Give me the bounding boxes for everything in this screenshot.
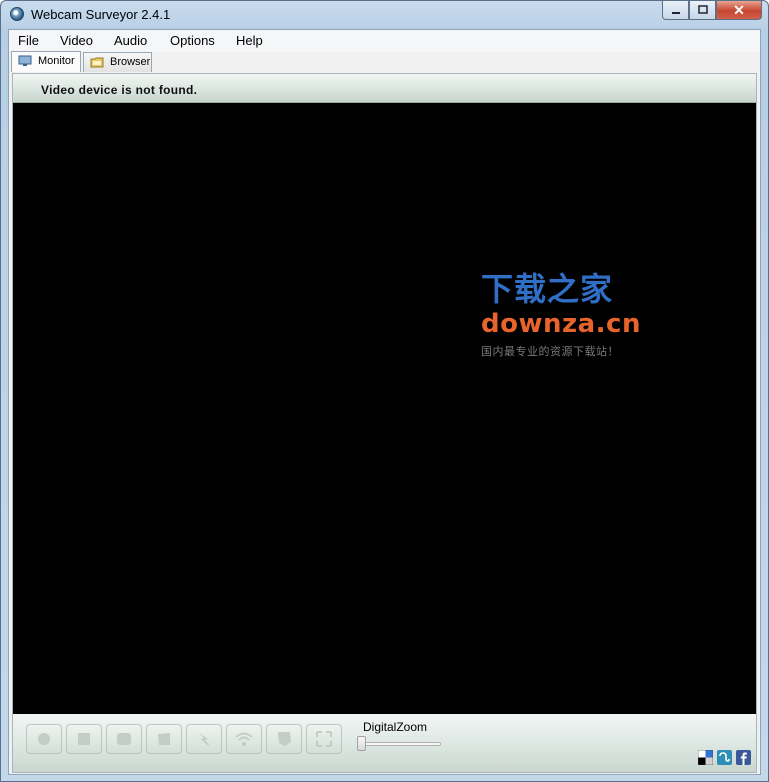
watermark-title: 下载之家 [481, 270, 614, 308]
fullscreen-button[interactable] [306, 724, 342, 754]
watermark: 下载之家 downza.cn 国内最专业的资源下载站！ [481, 271, 641, 359]
tab-monitor[interactable]: Monitor [11, 51, 81, 72]
snapshot-icon [158, 733, 170, 745]
app-icon[interactable] [10, 7, 24, 21]
video-display[interactable]: 下载之家 downza.cn 国内最专业的资源下载站！ [13, 103, 756, 714]
digital-zoom-slider[interactable] [361, 742, 441, 746]
title-bar[interactable]: Webcam Surveyor 2.4.1 ✕ [1, 1, 768, 29]
menu-video[interactable]: Video [60, 33, 93, 48]
broadcast-icon [235, 732, 253, 746]
monitor-icon [18, 55, 32, 66]
motion-detect-button[interactable] [186, 724, 222, 754]
app-window: Webcam Surveyor 2.4.1 ✕ File Video Audio… [0, 0, 769, 782]
stop-icon [78, 733, 90, 745]
digital-zoom-label: DigitalZoom [363, 720, 428, 734]
client-area: File Video Audio Options Help Monitor Br… [8, 29, 761, 775]
status-message: Video device is not found. [41, 83, 198, 97]
digital-zoom-thumb[interactable] [357, 736, 366, 751]
watermark-domain: downza.cn [481, 309, 641, 339]
maximize-icon [697, 5, 708, 14]
stumbleupon-icon[interactable] [717, 750, 732, 765]
status-bar: Video device is not found. [13, 74, 756, 103]
motion-detect-icon [198, 732, 210, 746]
maximize-button[interactable] [689, 1, 716, 20]
menu-file[interactable]: File [18, 33, 39, 48]
fullscreen-icon [316, 731, 332, 747]
broadcast-button[interactable] [226, 724, 262, 754]
record-icon [38, 733, 50, 745]
menu-bar: File Video Audio Options Help [9, 30, 760, 52]
window-controls: ✕ [662, 1, 762, 21]
close-button[interactable]: ✕ [716, 1, 762, 20]
delicious-icon[interactable] [698, 750, 713, 765]
monitor-panel: Video device is not found. 下载之家 downza.c… [12, 73, 757, 773]
snapshot-button[interactable] [146, 724, 182, 754]
minimize-button[interactable] [662, 1, 689, 20]
watermark-slogan: 国内最专业的资源下载站！ [481, 345, 619, 358]
menu-help[interactable]: Help [236, 33, 263, 48]
tab-browser[interactable]: Browser [83, 52, 152, 72]
tab-monitor-label: Monitor [38, 55, 75, 67]
minimize-icon [671, 12, 680, 14]
settings-button[interactable] [266, 724, 302, 754]
stop-button[interactable] [66, 724, 102, 754]
close-icon: ✕ [733, 1, 745, 18]
record-button[interactable] [26, 724, 62, 754]
capture-icon [117, 733, 131, 745]
menu-audio[interactable]: Audio [114, 33, 147, 48]
window-title: Webcam Surveyor 2.4.1 [31, 7, 171, 22]
control-toolbar: DigitalZoom [13, 714, 756, 772]
facebook-icon[interactable] [736, 750, 751, 765]
menu-options[interactable]: Options [170, 33, 215, 48]
tab-browser-label: Browser [110, 56, 151, 68]
settings-icon [278, 732, 291, 746]
folder-icon [90, 57, 104, 68]
capture-button[interactable] [106, 724, 142, 754]
